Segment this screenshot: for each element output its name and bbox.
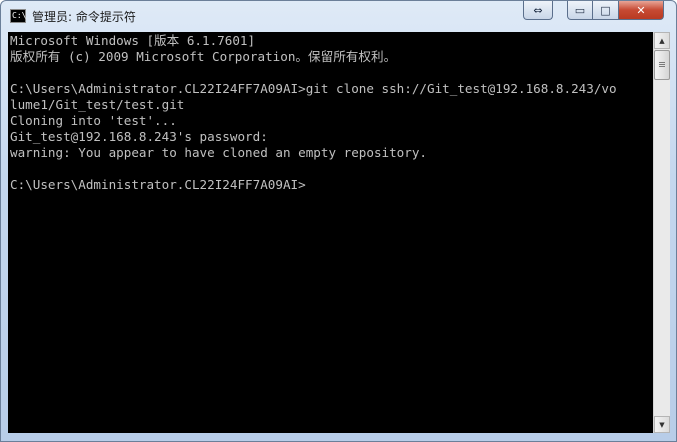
minimize-button[interactable]: ▭ — [567, 1, 593, 20]
grip-icon — [659, 62, 665, 63]
maximize-button[interactable]: □ — [593, 1, 619, 20]
console-text: Microsoft Windows [版本 6.1.7601] 版权所有 (c)… — [10, 33, 617, 192]
cmd-app-icon[interactable]: C:\ — [10, 9, 26, 23]
command-prompt-window: C:\ 管理员: 命令提示符 ⇔ ▭ □ ✕ Microsoft Windows… — [0, 0, 677, 442]
switch-icon[interactable]: ⇔ — [523, 1, 553, 20]
console-output[interactable]: Microsoft Windows [版本 6.1.7601] 版权所有 (c)… — [8, 32, 653, 433]
scroll-thumb[interactable] — [654, 50, 670, 80]
vertical-scrollbar[interactable]: ▲ ▼ — [653, 32, 670, 433]
scroll-down-icon[interactable]: ▼ — [654, 416, 670, 433]
title-bar[interactable]: C:\ 管理员: 命令提示符 ⇔ ▭ □ ✕ — [1, 1, 676, 31]
window-title: 管理员: 命令提示符 — [32, 10, 136, 24]
scroll-up-icon[interactable]: ▲ — [654, 32, 670, 49]
close-button[interactable]: ✕ — [619, 1, 664, 20]
